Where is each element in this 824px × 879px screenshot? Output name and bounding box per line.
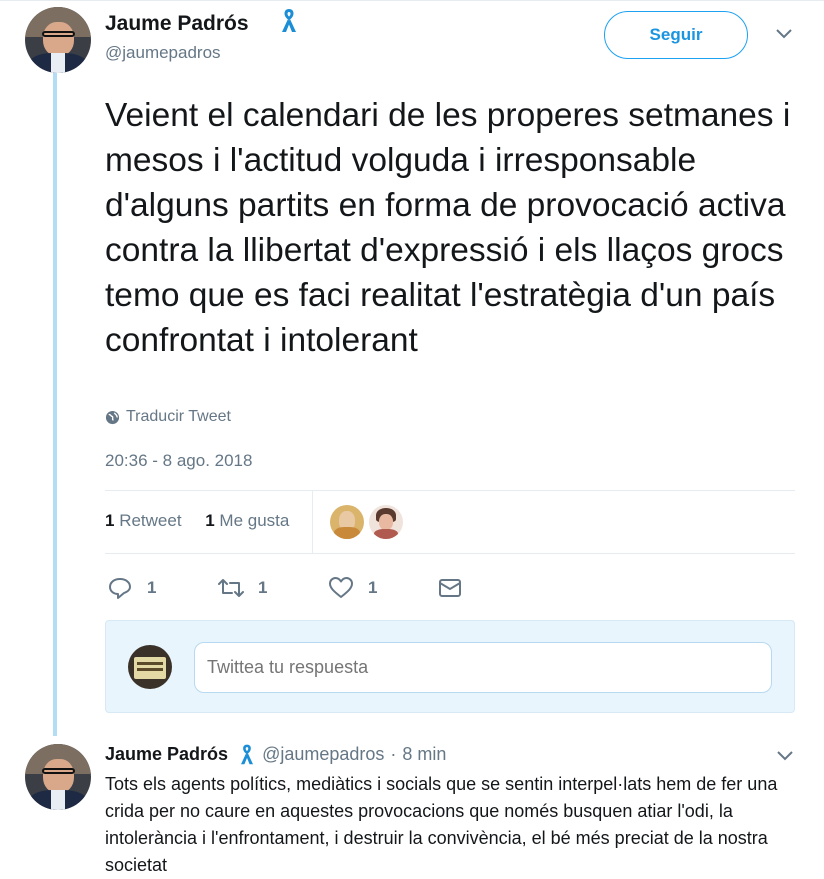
stats-separator <box>312 491 313 553</box>
globe-icon <box>105 410 120 424</box>
yellow-ribbon-icon <box>241 744 254 765</box>
retweet-count: 1 <box>258 578 268 597</box>
retweet-action[interactable]: 1 <box>218 576 267 600</box>
like-stat[interactable]: 1 Me gusta <box>205 511 289 530</box>
reply-count: 1 <box>147 578 157 597</box>
translate-tweet-link[interactable]: Traducir Tweet <box>105 408 231 426</box>
current-user-avatar[interactable] <box>128 645 172 689</box>
chevron-down-icon[interactable] <box>775 28 793 40</box>
follow-button[interactable]: Seguir <box>604 11 748 59</box>
reply-author-name[interactable]: Jaume Padrós <box>105 744 228 765</box>
reply-time[interactable]: 8 min <box>402 744 446 765</box>
tweet-timestamp[interactable]: 20:36 - 8 ago. 2018 <box>105 451 252 471</box>
author-handle[interactable]: @jaumepadros <box>105 43 221 63</box>
liker-avatar[interactable] <box>330 505 364 539</box>
reply-tweet-text: Tots els agents polítics, mediàtics i so… <box>105 774 778 875</box>
retweeter-avatar[interactable] <box>369 505 403 539</box>
reply-author-avatar[interactable] <box>25 744 91 810</box>
heart-icon <box>329 577 353 598</box>
author-avatar[interactable] <box>25 7 91 73</box>
stats-divider-top <box>105 490 795 491</box>
reply-author-handle[interactable]: @jaumepadros <box>262 744 384 765</box>
thread-line <box>53 72 57 736</box>
stats-divider-bottom <box>105 553 795 554</box>
tweet-text: Veient el calendari de les properes setm… <box>105 97 791 359</box>
reply-action[interactable]: 1 <box>107 576 156 600</box>
translate-label[interactable]: Traducir Tweet <box>126 408 231 426</box>
like-action[interactable]: 1 <box>328 576 377 600</box>
author-name[interactable]: Jaume Padrós <box>105 12 249 36</box>
like-count: 1 <box>368 578 378 597</box>
reply-input[interactable] <box>194 642 772 693</box>
retweet-icon <box>218 579 244 597</box>
retweet-stat[interactable]: 1 Retweet <box>105 511 182 530</box>
direct-message-icon[interactable] <box>438 577 462 599</box>
engagement-stats: 1 Retweet 1 Me gusta <box>105 511 289 531</box>
yellow-ribbon-icon <box>282 9 296 32</box>
reply-header: Jaume Padrós @jaumepadros · 8 min <box>105 742 446 766</box>
reply-separator: · <box>390 743 397 764</box>
top-divider <box>0 0 824 1</box>
chevron-down-icon[interactable] <box>776 750 794 762</box>
reply-icon <box>109 578 131 599</box>
